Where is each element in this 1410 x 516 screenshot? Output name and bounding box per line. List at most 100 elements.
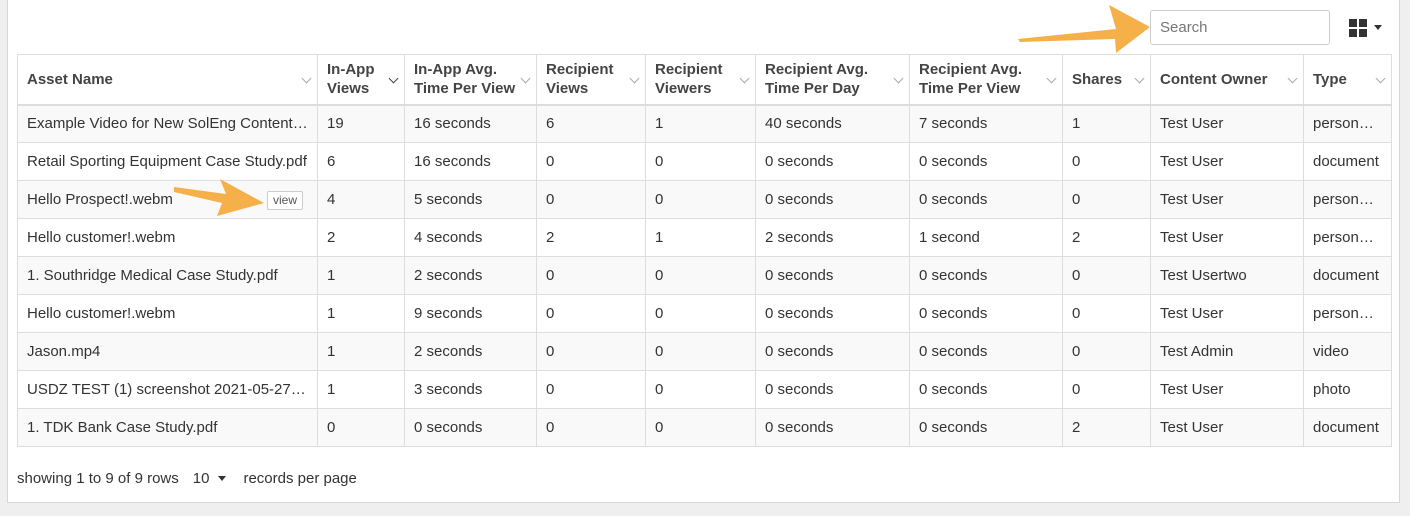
- recipient-avg-view-cell: 0 seconds: [909, 180, 1063, 219]
- content-owner-cell: Test Admin: [1150, 332, 1304, 371]
- column-header-type[interactable]: Type: [1303, 54, 1392, 106]
- in-app-avg-time-cell: 3 seconds: [404, 370, 537, 409]
- table-row[interactable]: Jason.mp4 1 2 seconds 0 0 0 seconds 0 seconds 0…: [17, 332, 1392, 371]
- search-input[interactable]: [1150, 10, 1330, 45]
- content-owner-cell: Test User: [1150, 142, 1304, 181]
- page-size-suffix: records per page: [243, 469, 357, 487]
- annotation-arrow-search: [1018, 5, 1150, 53]
- column-header-in-app-views[interactable]: In-App Views: [317, 54, 405, 106]
- content-owner-cell: Test User: [1150, 294, 1304, 333]
- recipient-avg-view-cell: 0 seconds: [909, 142, 1063, 181]
- recipient-viewers-cell: 0: [645, 370, 756, 409]
- column-header-recipient-avg-view[interactable]: Recipient Avg. Time Per View: [909, 54, 1063, 106]
- type-cell: document: [1303, 408, 1392, 447]
- column-header-asset-name[interactable]: Asset Name: [17, 54, 318, 106]
- table-toolbar: [0, 0, 1410, 54]
- recipient-avg-day-cell: 0 seconds: [755, 180, 910, 219]
- column-header-in-app-avg-time[interactable]: In-App Avg. Time Per View: [404, 54, 537, 106]
- recipient-avg-view-cell: 0 seconds: [909, 256, 1063, 295]
- content-owner-cell: Test User: [1150, 104, 1304, 143]
- recipient-avg-day-cell: 0 seconds: [755, 256, 910, 295]
- table-row[interactable]: Hello Prospect!.webm view 4 5 seconds 0 0 0 se…: [17, 180, 1392, 219]
- recipient-avg-day-cell: 0 seconds: [755, 294, 910, 333]
- column-header-recipient-viewers[interactable]: Recipient Viewers: [645, 54, 756, 106]
- asset-analytics-table: Asset Name In-App Views In-App Avg. Time…: [17, 54, 1392, 447]
- recipient-viewers-cell: 0: [645, 142, 756, 181]
- recipient-viewers-cell: 0: [645, 256, 756, 295]
- in-app-views-cell: 6: [317, 142, 405, 181]
- sort-icon: [1375, 73, 1386, 84]
- pagination-summary: showing 1 to 9 of 9 rows: [17, 469, 179, 487]
- in-app-views-cell: 1: [317, 256, 405, 295]
- recipient-views-cell: 0: [536, 332, 646, 371]
- in-app-avg-time-cell: 9 seconds: [404, 294, 537, 333]
- page-size-dropdown[interactable]: 10: [193, 470, 227, 487]
- table-row[interactable]: Hello customer!.webm 1 9 seconds 0 0 0 second…: [17, 294, 1392, 333]
- recipient-views-cell: 0: [536, 180, 646, 219]
- type-cell: document: [1303, 256, 1392, 295]
- sort-icon: [893, 73, 904, 84]
- in-app-views-cell: 1: [317, 294, 405, 333]
- in-app-views-cell: 19: [317, 104, 405, 143]
- column-header-recipient-avg-day[interactable]: Recipient Avg. Time Per Day: [755, 54, 910, 106]
- sort-icon: [629, 73, 640, 84]
- shares-cell: 0: [1062, 370, 1151, 409]
- content-owner-cell: Test User: [1150, 180, 1304, 219]
- asset-name-cell: Retail Sporting Equipment Case Study.pdf: [17, 142, 318, 181]
- shares-cell: 1: [1062, 104, 1151, 143]
- sort-icon: [388, 73, 399, 84]
- recipient-views-cell: 0: [536, 370, 646, 409]
- chevron-down-icon: [1373, 25, 1382, 30]
- table-row[interactable]: Example Video for New SolEng Content.mp4…: [17, 104, 1392, 143]
- in-app-views-cell: 1: [317, 370, 405, 409]
- in-app-views-cell: 1: [317, 332, 405, 371]
- type-cell: personal video: [1303, 104, 1392, 143]
- asset-name-cell: USDZ TEST (1) screenshot 2021-05-27.png: [17, 370, 318, 409]
- recipient-viewers-cell: 1: [645, 218, 756, 257]
- asset-name-cell: Hello Prospect!.webm view: [17, 180, 318, 219]
- type-cell: photo: [1303, 370, 1392, 409]
- recipient-avg-day-cell: 2 seconds: [755, 218, 910, 257]
- table-row[interactable]: Retail Sporting Equipment Case Study.pdf…: [17, 142, 1392, 181]
- table-header-row: Asset Name In-App Views In-App Avg. Time…: [17, 54, 1392, 106]
- page-size-value: 10: [192, 469, 210, 487]
- recipient-views-cell: 0: [536, 256, 646, 295]
- shares-cell: 0: [1062, 142, 1151, 181]
- recipient-views-cell: 2: [536, 218, 646, 257]
- shares-cell: 0: [1062, 294, 1151, 333]
- recipient-avg-view-cell: 1 second: [909, 218, 1063, 257]
- shares-cell: 0: [1062, 180, 1151, 219]
- in-app-views-cell: 0: [317, 408, 405, 447]
- asset-name-cell: 1. TDK Bank Case Study.pdf: [17, 408, 318, 447]
- shares-cell: 2: [1062, 408, 1151, 447]
- shares-cell: 0: [1062, 256, 1151, 295]
- recipient-viewers-cell: 0: [645, 408, 756, 447]
- asset-name-cell: 1. Southridge Medical Case Study.pdf: [17, 256, 318, 295]
- shares-cell: 0: [1062, 332, 1151, 371]
- recipient-avg-view-cell: 0 seconds: [909, 408, 1063, 447]
- sort-icon: [1046, 73, 1057, 84]
- in-app-views-cell: 2: [317, 218, 405, 257]
- sort-icon: [520, 73, 531, 84]
- table-row[interactable]: Hello customer!.webm 2 4 seconds 2 1 2 second…: [17, 218, 1392, 257]
- content-owner-cell: Test Usertwo: [1150, 256, 1304, 295]
- recipient-avg-day-cell: 0 seconds: [755, 142, 910, 181]
- column-header-recipient-views[interactable]: Recipient Views: [536, 54, 646, 106]
- recipient-avg-day-cell: 40 seconds: [755, 104, 910, 143]
- sort-icon: [301, 73, 312, 84]
- column-header-content-owner[interactable]: Content Owner: [1150, 54, 1304, 106]
- type-cell: video: [1303, 332, 1392, 371]
- in-app-avg-time-cell: 16 seconds: [404, 142, 537, 181]
- in-app-avg-time-cell: 0 seconds: [404, 408, 537, 447]
- recipient-views-cell: 0: [536, 142, 646, 181]
- grid-icon: [1348, 18, 1367, 37]
- table-row[interactable]: 1. TDK Bank Case Study.pdf 0 0 seconds 0 0 0 …: [17, 408, 1392, 447]
- table-row[interactable]: USDZ TEST (1) screenshot 2021-05-27.png 1…: [17, 370, 1392, 409]
- table-row[interactable]: 1. Southridge Medical Case Study.pdf 1 2 s…: [17, 256, 1392, 295]
- type-cell: personal video: [1303, 218, 1392, 257]
- column-header-shares[interactable]: Shares: [1062, 54, 1151, 106]
- in-app-avg-time-cell: 16 seconds: [404, 104, 537, 143]
- content-owner-cell: Test User: [1150, 370, 1304, 409]
- columns-toggle-button[interactable]: [1340, 10, 1390, 45]
- view-button[interactable]: view: [267, 191, 304, 210]
